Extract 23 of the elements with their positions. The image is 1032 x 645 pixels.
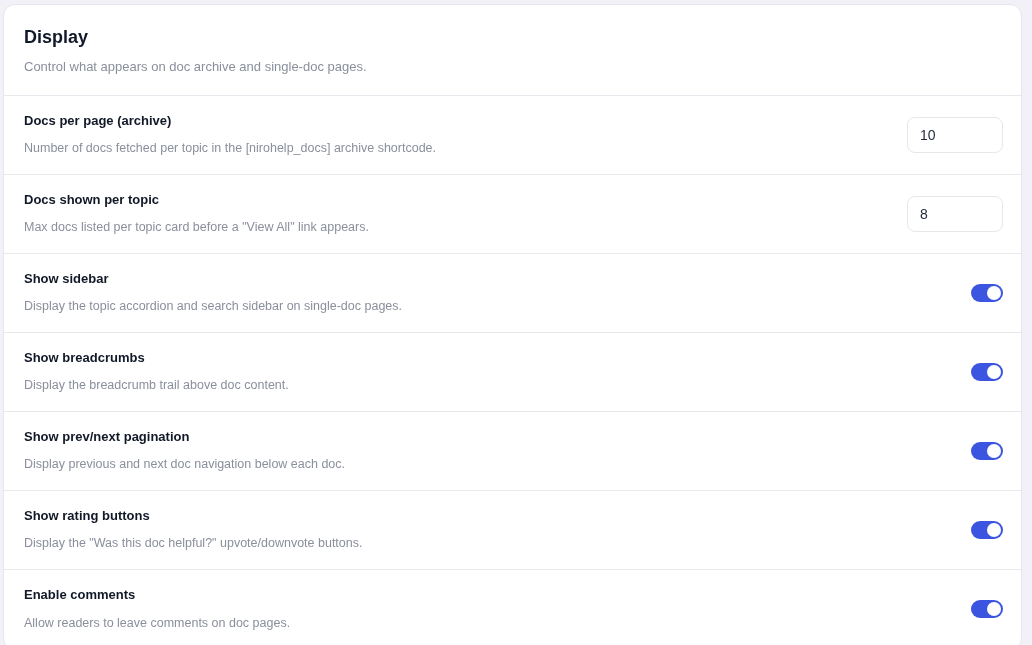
setting-label: Enable comments bbox=[24, 586, 137, 605]
setting-label: Docs per page (archive) bbox=[24, 111, 173, 130]
setting-description: Display the "Was this doc helpful?" upvote/downvote buttons. bbox=[24, 535, 363, 553]
section-description: Control what appears on doc archive and single-doc pages. bbox=[24, 58, 368, 76]
setting-description: Number of docs fetched per topic in the [nirohelp_docs] archive shortcode. bbox=[24, 140, 437, 158]
setting-label: Show prev/next pagination bbox=[24, 427, 191, 446]
toggle-switch[interactable] bbox=[971, 283, 1003, 302]
toggle-switch[interactable] bbox=[971, 600, 1003, 618]
number-field[interactable]: 10 bbox=[907, 116, 1003, 153]
setting-label: Show breadcrumbs bbox=[24, 348, 146, 367]
setting-label: Show sidebar bbox=[24, 269, 110, 288]
setting-description: Display previous and next doc navigation below each doc. bbox=[24, 456, 346, 474]
setting-description: Max docs listed per topic card before a "View All" link appears. bbox=[24, 219, 369, 237]
setting-description: Display the topic accordion and search sidebar on single-doc pages. bbox=[24, 298, 402, 316]
setting-description: Display the breadcrumb trail above doc content. bbox=[24, 377, 289, 395]
setting-label: Docs shown per topic bbox=[24, 190, 161, 209]
toggle-switch[interactable] bbox=[971, 520, 1003, 539]
toggle-switch[interactable] bbox=[971, 362, 1003, 381]
setting-description: Allow readers to leave comments on doc pages. bbox=[24, 614, 291, 632]
section-title: Display bbox=[24, 26, 90, 49]
setting-label: Show rating buttons bbox=[24, 506, 151, 525]
toggle-switch[interactable] bbox=[971, 441, 1003, 460]
number-field[interactable]: 8 bbox=[907, 195, 1003, 232]
